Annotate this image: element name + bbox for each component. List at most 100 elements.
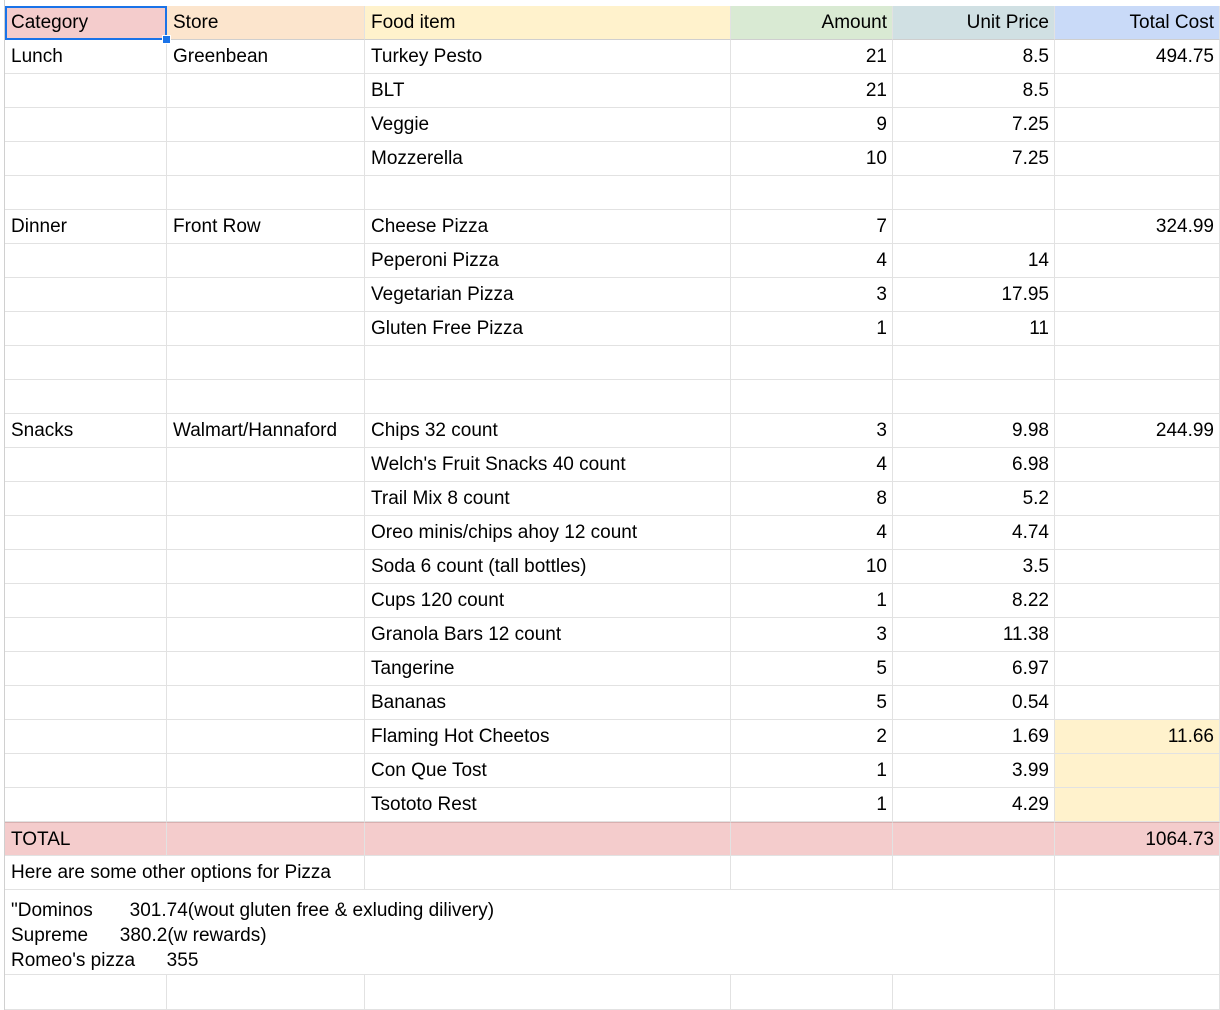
cell-amount[interactable]: 21	[731, 40, 893, 74]
cell-category[interactable]: Dinner	[5, 210, 167, 244]
cell-food-item[interactable]: Gluten Free Pizza	[365, 312, 731, 346]
cell-total-cost[interactable]	[1055, 346, 1220, 380]
cell-food-item[interactable]	[365, 176, 731, 210]
cell-category[interactable]	[5, 312, 167, 346]
cell-food-item[interactable]: Soda 6 count (tall bottles)	[365, 550, 731, 584]
cell-category[interactable]	[5, 720, 167, 754]
cell-store[interactable]	[167, 74, 365, 108]
cell-category[interactable]: Snacks	[5, 414, 167, 448]
cell-unit-price[interactable]: 17.95	[893, 278, 1055, 312]
cell-food-item[interactable]: Veggie	[365, 108, 731, 142]
cell-store[interactable]	[167, 618, 365, 652]
cell-unit-price[interactable]	[893, 380, 1055, 414]
cell-category[interactable]	[5, 74, 167, 108]
cell-unit-price[interactable]: 11.38	[893, 618, 1055, 652]
cell-food-item[interactable]: Bananas	[365, 686, 731, 720]
cell-store[interactable]	[167, 516, 365, 550]
cell-unit-price[interactable]: 5.2	[893, 482, 1055, 516]
empty-cell[interactable]	[893, 856, 1055, 890]
cell-total-cost[interactable]	[1055, 244, 1220, 278]
cell-category[interactable]	[5, 244, 167, 278]
cell-total-cost[interactable]: 494.75	[1055, 40, 1220, 74]
cell-food-item[interactable]: Mozzerella	[365, 142, 731, 176]
cell-total-cost[interactable]	[1055, 74, 1220, 108]
cell-store[interactable]	[167, 550, 365, 584]
cell-store[interactable]: Greenbean	[167, 40, 365, 74]
cell-amount[interactable]: 3	[731, 278, 893, 312]
cell-amount[interactable]	[731, 346, 893, 380]
cell-amount[interactable]: 5	[731, 686, 893, 720]
cell-unit-price[interactable]: 6.98	[893, 448, 1055, 482]
cell-store[interactable]: Walmart/Hannaford	[167, 414, 365, 448]
cell-unit-price[interactable]: 11	[893, 312, 1055, 346]
cell-total-cost[interactable]	[1055, 788, 1220, 822]
cell-food-item[interactable]: BLT	[365, 74, 731, 108]
pizza-options-list[interactable]: "Dominos 301.74(wout gluten free & exlud…	[5, 890, 1055, 975]
cell-total-cost[interactable]	[1055, 312, 1220, 346]
empty-cell[interactable]	[365, 856, 731, 890]
cell-total-cost[interactable]	[1055, 108, 1220, 142]
cell-category[interactable]	[5, 142, 167, 176]
cell-food-item[interactable]: Trail Mix 8 count	[365, 482, 731, 516]
cell-category[interactable]	[5, 176, 167, 210]
cell-category[interactable]	[5, 788, 167, 822]
cell-unit-price[interactable]: 8.5	[893, 40, 1055, 74]
cell-total-cost[interactable]	[1055, 516, 1220, 550]
header-unit-price[interactable]: Unit Price	[893, 6, 1055, 40]
cell-amount[interactable]: 10	[731, 550, 893, 584]
cell-amount[interactable]: 8	[731, 482, 893, 516]
cell-total-cost[interactable]	[1055, 278, 1220, 312]
total-row-cell[interactable]	[167, 822, 365, 856]
cell-store[interactable]	[167, 482, 365, 516]
cell-total-cost[interactable]	[1055, 176, 1220, 210]
cell-food-item[interactable]: Turkey Pesto	[365, 40, 731, 74]
cell-amount[interactable]: 2	[731, 720, 893, 754]
cell-store[interactable]	[167, 176, 365, 210]
cell-amount[interactable]: 1	[731, 754, 893, 788]
empty-cell[interactable]	[1055, 975, 1220, 1010]
cell-unit-price[interactable]: 8.22	[893, 584, 1055, 618]
cell-category[interactable]	[5, 346, 167, 380]
cell-food-item[interactable]: Cups 120 count	[365, 584, 731, 618]
cell-unit-price[interactable]	[893, 210, 1055, 244]
total-row-cell[interactable]	[365, 822, 731, 856]
cell-category[interactable]	[5, 108, 167, 142]
cell-amount[interactable]: 21	[731, 74, 893, 108]
cell-category[interactable]	[5, 754, 167, 788]
cell-unit-price[interactable]: 7.25	[893, 108, 1055, 142]
empty-cell[interactable]	[5, 975, 167, 1010]
cell-unit-price[interactable]: 4.74	[893, 516, 1055, 550]
cell-store[interactable]	[167, 788, 365, 822]
cell-category[interactable]	[5, 652, 167, 686]
cell-unit-price[interactable]: 7.25	[893, 142, 1055, 176]
cell-category[interactable]: Lunch	[5, 40, 167, 74]
empty-cell[interactable]	[893, 975, 1055, 1010]
cell-food-item[interactable]: Peperoni Pizza	[365, 244, 731, 278]
cell-total-cost[interactable]	[1055, 482, 1220, 516]
cell-amount[interactable]: 3	[731, 414, 893, 448]
total-label[interactable]: TOTAL	[5, 822, 167, 856]
cell-amount[interactable]	[731, 380, 893, 414]
cell-food-item[interactable]: Oreo minis/chips ahoy 12 count	[365, 516, 731, 550]
cell-category[interactable]	[5, 482, 167, 516]
cell-total-cost[interactable]	[1055, 142, 1220, 176]
header-store[interactable]: Store	[167, 6, 365, 40]
cell-food-item[interactable]: Con Que Tost	[365, 754, 731, 788]
cell-store[interactable]	[167, 108, 365, 142]
cell-store[interactable]: Front Row	[167, 210, 365, 244]
header-category[interactable]: Category	[5, 6, 167, 40]
header-total-cost[interactable]: Total Cost	[1055, 6, 1220, 40]
cell-store[interactable]	[167, 720, 365, 754]
cell-amount[interactable]: 3	[731, 618, 893, 652]
cell-unit-price[interactable]: 14	[893, 244, 1055, 278]
cell-total-cost[interactable]: 324.99	[1055, 210, 1220, 244]
selection-fill-handle[interactable]	[162, 35, 171, 44]
cell-food-item[interactable]: Cheese Pizza	[365, 210, 731, 244]
cell-store[interactable]	[167, 278, 365, 312]
cell-category[interactable]	[5, 516, 167, 550]
cell-unit-price[interactable]: 4.29	[893, 788, 1055, 822]
cell-amount[interactable]: 9	[731, 108, 893, 142]
cell-unit-price[interactable]	[893, 346, 1055, 380]
cell-total-cost[interactable]	[1055, 380, 1220, 414]
cell-store[interactable]	[167, 312, 365, 346]
